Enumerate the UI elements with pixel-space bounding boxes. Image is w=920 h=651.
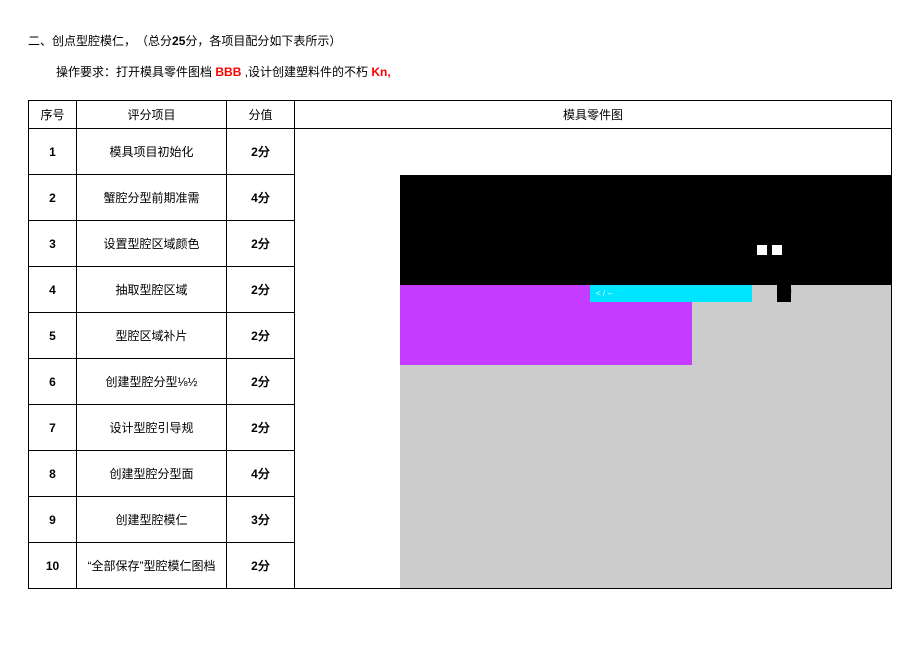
operation-requirement: 操作要求：打开模具零件图档 BBB ,设计创建塑料件的不朽 Kn, — [56, 63, 892, 80]
cell-score: 2分 — [227, 221, 295, 267]
table-row: 1 模具项目初始化 2分 < / -- 9 — [29, 129, 892, 175]
col-seq: 序号 — [29, 101, 77, 129]
scoring-table: 序号 评分项目 分值 模具零件图 1 模具项目初始化 2分 < / -- — [28, 100, 892, 589]
cell-score: 2分 — [227, 359, 295, 405]
cell-score: 2分 — [227, 267, 295, 313]
cell-score: 3分 — [227, 497, 295, 543]
cell-item: 模具项目初始化 — [77, 129, 227, 175]
requirement-code-2: Kn, — [371, 65, 390, 79]
cell-score: 2分 — [227, 405, 295, 451]
cyan-text: < / -- — [596, 289, 613, 298]
col-item: 评分项目 — [77, 101, 227, 129]
graphic-black-top — [400, 175, 891, 285]
cell-item: 蟹腔分型前期准需 — [77, 175, 227, 221]
cell-seq: 9 — [29, 497, 77, 543]
cell-seq: 2 — [29, 175, 77, 221]
cell-score: 4分 — [227, 175, 295, 221]
cell-item: 设计型腔引导规 — [77, 405, 227, 451]
cell-item: 创建型腔模仁 — [77, 497, 227, 543]
cell-item: 型腔区域补片 — [77, 313, 227, 359]
heading-paren-open: （总分 — [136, 32, 172, 49]
requirement-mid: ,设计创建塑料件的不朽 — [245, 65, 368, 79]
cell-seq: 6 — [29, 359, 77, 405]
heading-paren-close: 分，各项目配分如下表所示） — [185, 32, 341, 49]
mold-part-graphic: < / -- 9 — [295, 129, 891, 588]
section-heading: 二、创点型腔模仁， （总分 25 分，各项目配分如下表所示） — [28, 32, 892, 49]
graphic-side-number: 9 — [780, 279, 792, 305]
cell-diagram: < / -- 9 — [295, 129, 892, 589]
cell-seq: 10 — [29, 543, 77, 589]
cell-seq: 3 — [29, 221, 77, 267]
graphic-white-sq-2 — [772, 245, 782, 255]
cell-seq: 8 — [29, 451, 77, 497]
cell-score: 2分 — [227, 129, 295, 175]
cell-item: 创建型腔分型面 — [77, 451, 227, 497]
cell-score: 2分 — [227, 543, 295, 589]
cell-seq: 4 — [29, 267, 77, 313]
col-image: 模具零件图 — [295, 101, 892, 129]
cell-seq: 1 — [29, 129, 77, 175]
graphic-dark-edge — [751, 175, 777, 285]
cell-score: 2分 — [227, 313, 295, 359]
cell-item: 创建型腔分型⅛½ — [77, 359, 227, 405]
requirement-prefix: 操作要求：打开模具零件图档 — [56, 65, 212, 79]
graphic-cyan-strip: < / -- — [590, 285, 752, 302]
cell-score: 4分 — [227, 451, 295, 497]
graphic-white-gap — [400, 129, 891, 175]
graphic-white-sq-1 — [757, 245, 767, 255]
cell-item: 抽取型腔区域 — [77, 267, 227, 313]
heading-prefix: 二、创点型腔模仁， — [28, 32, 136, 49]
table-header-row: 序号 评分项目 分值 模具零件图 — [29, 101, 892, 129]
col-score: 分值 — [227, 101, 295, 129]
cell-seq: 5 — [29, 313, 77, 359]
cell-seq: 7 — [29, 405, 77, 451]
cell-item: “全部保存”型腔模仁图档 — [77, 543, 227, 589]
cell-item: 设置型腔区域颜色 — [77, 221, 227, 267]
heading-total-points: 25 — [172, 34, 185, 48]
requirement-code-1: BBB — [215, 65, 241, 79]
